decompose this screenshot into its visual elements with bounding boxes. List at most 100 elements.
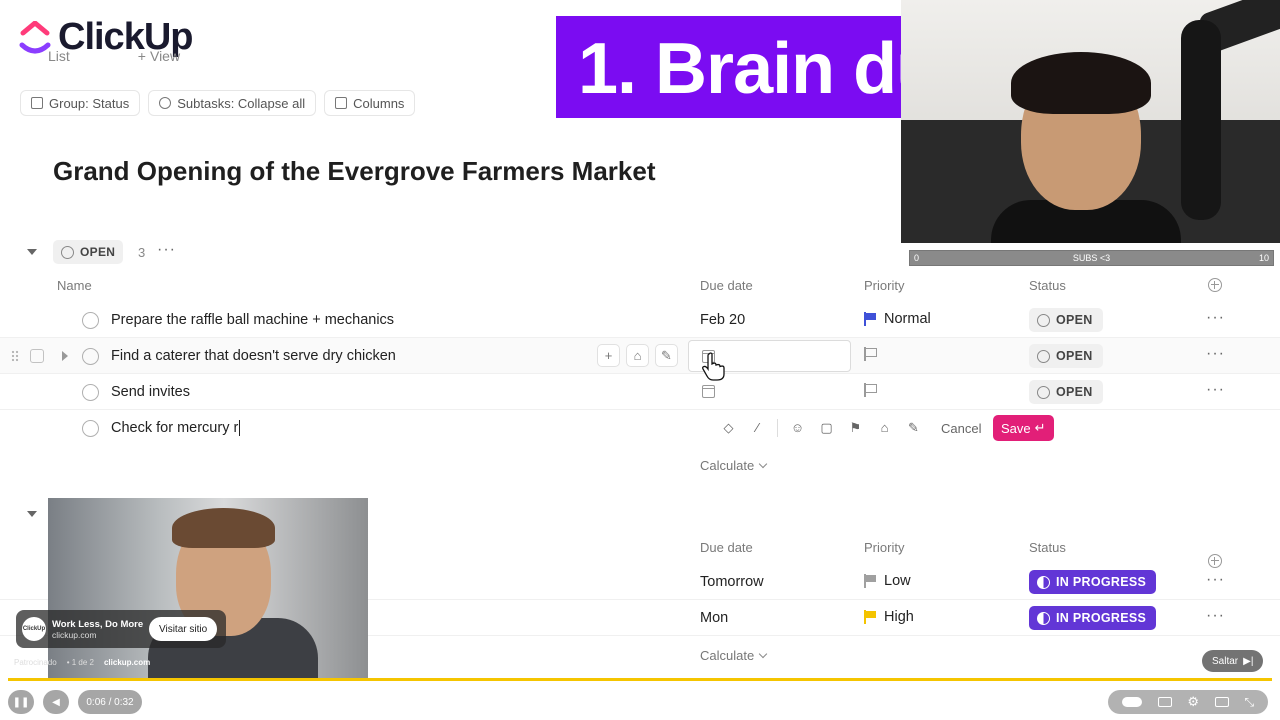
column-header-status[interactable]: Status — [1029, 540, 1066, 555]
tag-icon[interactable]: ⌂ — [872, 415, 897, 440]
new-task-input[interactable]: Check for mercury r — [111, 420, 241, 436]
due-date-cell[interactable]: Tomorrow — [700, 574, 764, 590]
settings-gear-icon[interactable]: ⚙ — [1187, 694, 1199, 710]
column-header-due-date[interactable]: Due date — [700, 540, 753, 555]
group-task-count: 3 — [138, 245, 146, 260]
task-name[interactable]: Prepare the raffle ball machine + mechan… — [111, 312, 394, 328]
subtasks-button[interactable]: Subtasks: Collapse all — [148, 90, 317, 116]
new-task-tools: ◇ ⁄ ☺ ▢ ⚑ ⌂ ✎ — [716, 415, 926, 440]
row-checkbox[interactable] — [30, 349, 44, 363]
group-by-button[interactable]: Group: Status — [20, 90, 141, 116]
tag-icon[interactable]: ⌂ — [626, 344, 649, 367]
flag-icon — [864, 312, 876, 326]
column-header-status[interactable]: Status — [1029, 278, 1066, 293]
view-tabs: List + View — [20, 48, 180, 64]
table-row[interactable]: Prepare the raffle ball machine + mechan… — [0, 302, 1280, 338]
group-more-icon[interactable]: ··· — [157, 241, 176, 259]
flag-icon — [864, 574, 876, 588]
visit-site-button[interactable]: Visitar sitio — [149, 617, 218, 641]
status-open-icon — [1037, 313, 1050, 327]
status-badge[interactable]: OPEN — [1029, 380, 1103, 404]
row-quick-actions: + ⌂ ✎ — [597, 344, 678, 367]
column-header-priority[interactable]: Priority — [864, 540, 904, 555]
microphone — [1181, 20, 1221, 220]
task-type-icon[interactable]: ◇ — [716, 415, 741, 440]
ai-wand-icon[interactable]: ⁄ — [745, 415, 770, 440]
priority-cell[interactable]: Low — [864, 573, 911, 589]
row-more-icon[interactable]: ··· — [1206, 309, 1225, 327]
video-progress-bar[interactable] — [8, 678, 1272, 681]
overlay-title-text: 1. Brain du — [578, 29, 901, 109]
drag-handle-icon[interactable] — [11, 350, 19, 362]
status-open-icon — [61, 245, 74, 259]
row-more-icon[interactable]: ··· — [1206, 571, 1225, 589]
ad-headline: Work Less, Do More — [52, 618, 144, 630]
column-header-due-date[interactable]: Due date — [700, 278, 753, 293]
cancel-button[interactable]: Cancel — [935, 416, 987, 440]
rename-pencil-icon[interactable]: ✎ — [655, 344, 678, 367]
fullscreen-icon[interactable]: ⤡ — [1244, 695, 1254, 710]
expand-subtasks-icon[interactable] — [62, 351, 68, 361]
table-row[interactable]: Find a caterer that doesn't serve dry ch… — [0, 338, 1280, 374]
skip-ad-button[interactable]: Saltar ▶| — [1202, 650, 1264, 672]
task-status-icon[interactable] — [82, 384, 99, 401]
text-cursor — [239, 420, 241, 436]
row-more-icon[interactable]: ··· — [1206, 381, 1225, 399]
priority-cell[interactable]: High — [864, 609, 914, 625]
assignee-icon[interactable]: ☺ — [785, 415, 810, 440]
row-more-icon[interactable]: ··· — [1206, 345, 1225, 363]
chevron-down-icon — [758, 649, 768, 659]
save-button[interactable]: Save ↵ — [993, 415, 1054, 441]
task-status-icon[interactable] — [82, 348, 99, 365]
due-date-cell[interactable]: Feb 20 — [700, 312, 745, 328]
edit-icon[interactable]: ✎ — [901, 415, 926, 440]
status-badge[interactable]: IN PROGRESS — [1029, 606, 1157, 630]
skip-next-icon: ▶| — [1243, 655, 1254, 667]
calculate-button[interactable]: Calculate — [700, 458, 768, 473]
column-header-name[interactable]: Name — [57, 278, 92, 293]
status-open-icon — [1037, 385, 1050, 399]
priority-cell[interactable] — [864, 383, 884, 397]
ad-video[interactable] — [48, 498, 368, 678]
columns-button[interactable]: Columns — [324, 90, 416, 116]
task-name[interactable]: Find a caterer that doesn't serve dry ch… — [111, 348, 396, 364]
autoplay-toggle[interactable] — [1121, 697, 1142, 707]
list-toolbar: Group: Status Subtasks: Collapse all Col… — [20, 90, 416, 116]
priority-cell[interactable]: Normal — [864, 311, 931, 327]
priority-cell[interactable] — [864, 347, 884, 361]
status-badge[interactable]: OPEN — [1029, 344, 1103, 368]
collapse-group-icon[interactable] — [27, 511, 37, 517]
status-in-progress-icon — [1037, 575, 1050, 589]
webcam-overlay — [901, 0, 1280, 243]
tab-add-view[interactable]: + View — [138, 48, 180, 64]
pause-button[interactable]: ❚❚ — [8, 690, 34, 714]
flag-icon[interactable]: ⚑ — [843, 415, 868, 440]
add-column-icon[interactable] — [1208, 278, 1222, 292]
table-row[interactable]: Send invites OPEN ··· — [0, 374, 1280, 410]
video-player-controls: ❚❚ ◀ 0:06 / 0:32 ⚙ ⤡ — [0, 682, 1280, 720]
page-title: Grand Opening of the Evergrove Farmers M… — [53, 156, 656, 186]
task-name[interactable]: Send invites — [111, 384, 190, 400]
status-in-progress-icon — [1037, 611, 1050, 625]
subtasks-icon — [159, 97, 172, 109]
status-badge[interactable]: OPEN — [1029, 308, 1103, 332]
cast-icon[interactable] — [1214, 697, 1229, 707]
status-open-icon — [1037, 349, 1050, 363]
due-date-cell[interactable]: Mon — [700, 610, 728, 626]
collapse-group-icon[interactable] — [27, 249, 37, 255]
status-badge[interactable]: IN PROGRESS — [1029, 570, 1157, 594]
group-status-chip[interactable]: OPEN — [53, 240, 124, 264]
task-status-icon[interactable] — [82, 420, 99, 437]
row-more-icon[interactable]: ··· — [1206, 607, 1225, 625]
task-status-icon[interactable] — [82, 312, 99, 329]
column-header-priority[interactable]: Priority — [864, 278, 904, 293]
pause-icon: ❚❚ — [12, 696, 30, 708]
tab-list[interactable]: List — [48, 48, 70, 64]
volume-button[interactable]: ◀ — [43, 690, 69, 714]
calendar-icon[interactable]: ▢ — [814, 415, 839, 440]
add-subtask-icon[interactable]: + — [597, 344, 620, 367]
calculate-button[interactable]: Calculate — [700, 648, 768, 663]
flag-icon — [864, 347, 877, 361]
calendar-icon[interactable] — [702, 385, 715, 398]
subtitles-icon[interactable] — [1157, 697, 1172, 707]
